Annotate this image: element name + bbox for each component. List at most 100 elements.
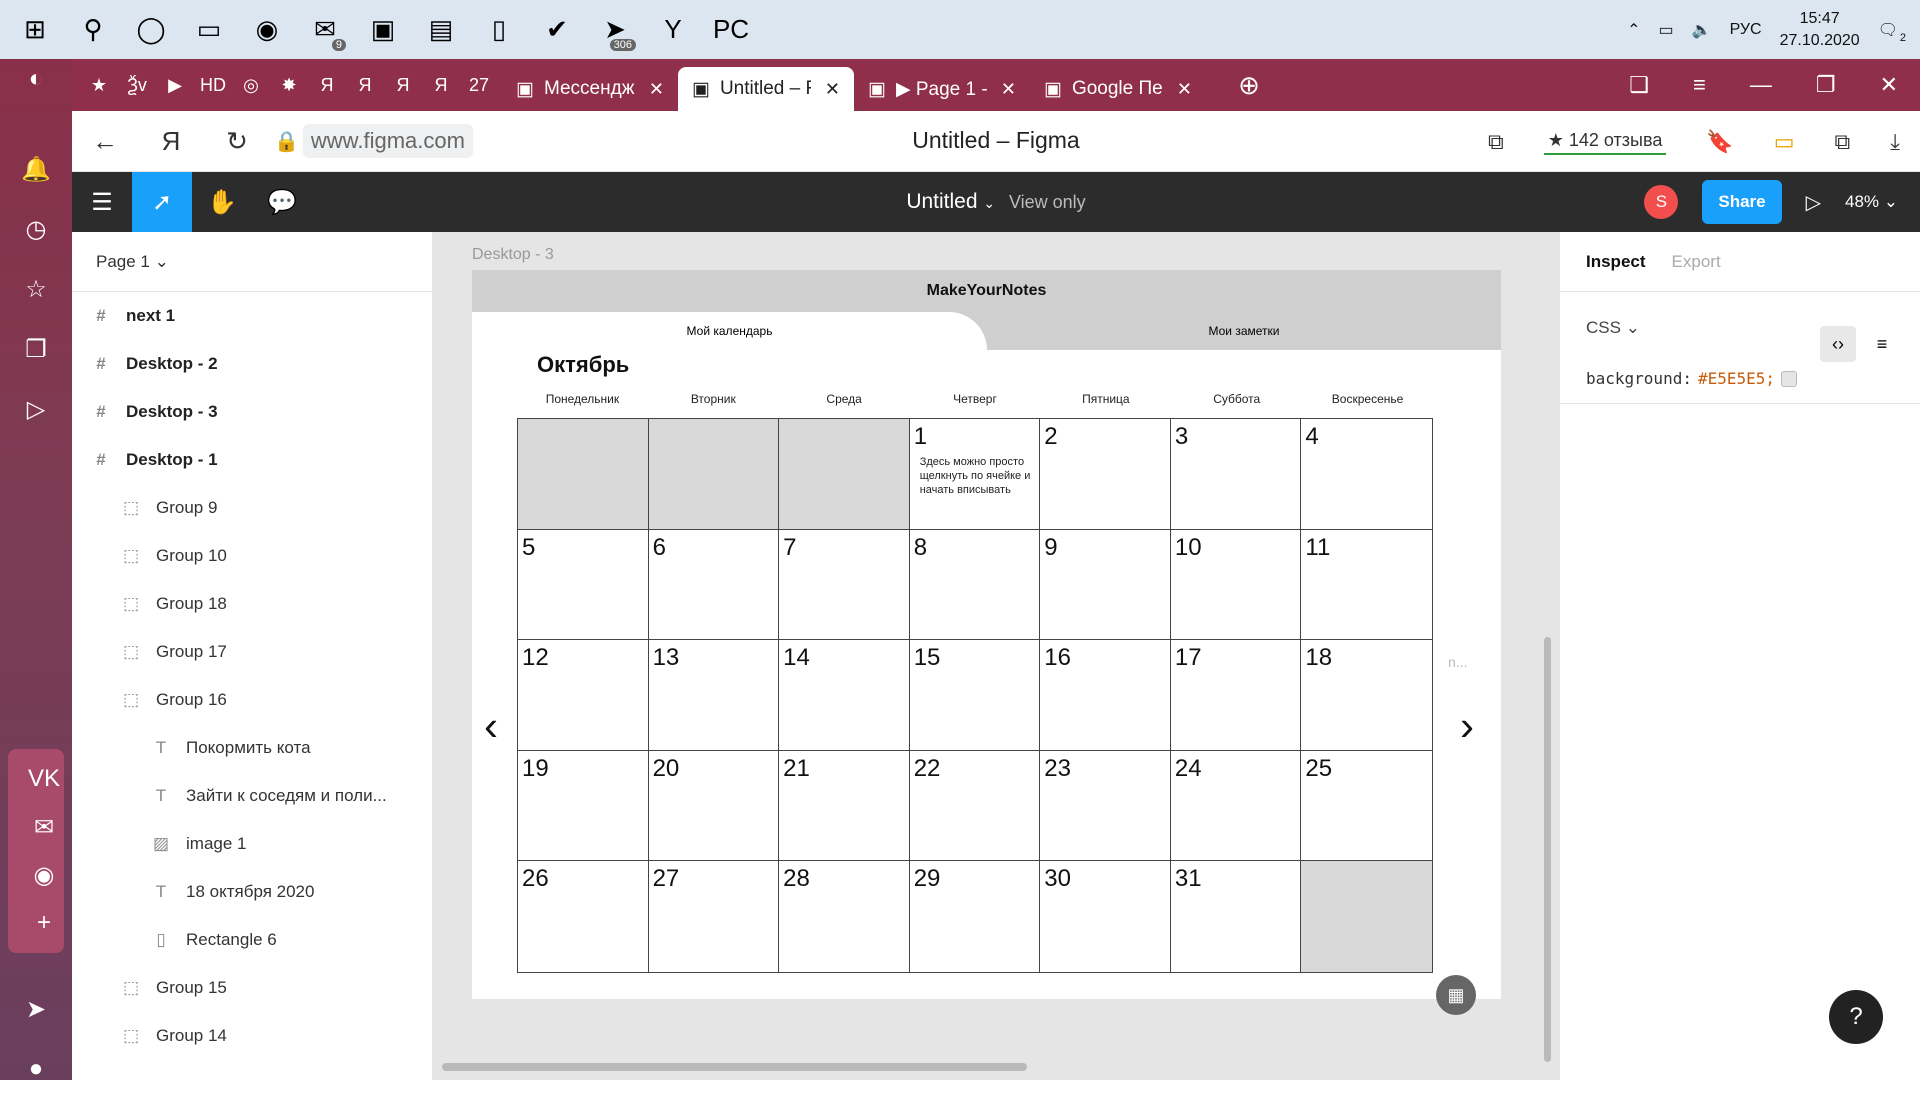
bell-icon[interactable]: 🔔 [0,139,72,199]
bookmarks-icon[interactable]: ☆ [0,259,72,319]
desktop-frame[interactable]: MakeYourNotes Мой календарь Мои заметки … [472,270,1501,1015]
day-cell[interactable]: 1 Здесь можно просто щелкнуть по ячейке и… [909,419,1041,530]
layer-item[interactable]: ⬚ Group 18 [72,580,432,628]
minimize-button[interactable]: — [1750,72,1772,98]
mail-icon[interactable]: ✉ 9 [296,0,354,59]
layer-item[interactable]: ⬚ Group 17 [72,628,432,676]
css-value[interactable]: #E5E5E5; [1698,369,1775,388]
next-frame-label[interactable]: n... [1448,654,1467,670]
task-view-icon[interactable]: ▭ [180,0,238,59]
day-cell[interactable]: 8 [909,529,1041,641]
day-cell[interactable]: 28 [779,861,910,972]
list-view-icon[interactable]: ≡ [1864,326,1900,362]
help-button[interactable]: ? [1829,990,1883,1044]
tab-export[interactable]: Export [1672,252,1721,272]
reload-button[interactable]: ↻ [204,126,270,157]
day-cell[interactable]: 31 [1171,861,1302,972]
favorite-item[interactable]: ▶ [156,59,194,111]
day-cell[interactable]: 5 [518,529,649,641]
empty-day-cell[interactable] [1301,861,1432,972]
messenger-icon[interactable]: ◉ [8,851,80,899]
bookmark-tabs-icon[interactable]: ❑ [1629,72,1649,98]
add-icon[interactable]: + [8,899,80,947]
chevron-up-icon[interactable]: ⌃ [1627,20,1640,40]
share-button[interactable]: Share [1702,180,1782,224]
browser-tab[interactable]: ▣ Мессенджер ✕ [502,67,678,111]
day-cell[interactable]: 29 [910,861,1041,972]
lock-icon[interactable]: 🔒 [274,129,299,154]
close-tab-icon[interactable]: ✕ [649,79,664,100]
photo-app-icon[interactable]: ▣ [354,0,412,59]
next-month-arrow[interactable]: › [1460,702,1474,750]
close-tab-icon[interactable]: ✕ [825,79,840,100]
favorite-item[interactable]: Ѯv [118,59,156,111]
pycharm-icon[interactable]: PC [702,0,760,59]
zoom-dropdown[interactable]: 48% ⌄ [1845,192,1898,212]
battery-saver-icon[interactable]: ▭ [1774,129,1795,155]
day-cell[interactable]: 21 [779,750,910,862]
file-explorer-icon[interactable]: ▤ [412,0,470,59]
day-cell[interactable]: 6 [648,529,780,641]
day-cell[interactable]: 18 [1301,640,1432,751]
layer-item[interactable]: # Desktop - 1 [72,436,432,484]
browser-tab[interactable]: ▣ ▶ Page 1 - Ur ✕ [854,67,1030,111]
layer-item[interactable]: # Desktop - 3 [72,388,432,436]
tab-calendar[interactable]: Мой календарь [472,312,987,350]
calendar-icon[interactable]: ▦ [1436,975,1476,1015]
canvas[interactable]: Desktop - 3 MakeYourNotes Мой календарь … [433,232,1559,1080]
layer-item[interactable]: ⬚ Group 15 [72,964,432,1012]
todo-icon[interactable]: ✔ [528,0,586,59]
close-tab-icon[interactable]: ✕ [1001,79,1016,100]
reviews-badge[interactable]: ★ 142 отзыва [1543,128,1667,155]
close-tab-icon[interactable]: ✕ [1177,79,1192,100]
close-button[interactable]: ✕ [1880,72,1898,98]
day-cell[interactable]: 27 [649,861,780,972]
day-cell[interactable]: 14 [779,640,910,751]
main-menu-icon[interactable]: ☰ [72,172,132,232]
layer-item[interactable]: ▯ Rectangle 6 [72,916,432,964]
day-cell[interactable]: 22 [909,750,1041,862]
cortana-icon[interactable]: ◯ [122,0,180,59]
restore-button[interactable]: ❐ [1816,72,1836,98]
day-cell[interactable]: 30 [1040,861,1171,972]
favorite-item[interactable]: Я [384,59,422,111]
language-indicator[interactable]: РУС [1730,21,1762,39]
day-cell[interactable]: 17 [1170,640,1302,751]
day-cell[interactable]: 19 [518,750,649,862]
battery-icon[interactable]: ▭ [1659,20,1674,40]
avatar[interactable]: ◐ [0,59,72,99]
favorite-item[interactable]: Я [422,59,460,111]
edge-icon[interactable]: ◉ [238,0,296,59]
layer-item[interactable]: ▨ image 1 [72,820,432,868]
layer-item[interactable]: T 18 октября 2020 [72,868,432,916]
layer-item[interactable]: T Покормить кота [72,724,432,772]
day-cell[interactable]: 10 [1170,529,1302,641]
layer-item[interactable]: ⬚ Group 16 [72,676,432,724]
frame-label[interactable]: Desktop - 3 [472,246,554,264]
history-icon[interactable]: ◷ [0,199,72,259]
send-icon[interactable]: ➤ [0,979,72,1039]
day-cell[interactable]: 12 [518,640,649,751]
comment-tool-icon[interactable]: 💬 [252,172,312,232]
favorite-item[interactable]: ✸ [270,59,308,111]
url-field[interactable]: www.figma.com [302,124,473,158]
day-cell[interactable]: 13 [648,640,780,751]
chevron-down-icon[interactable]: ⌄ [983,195,995,211]
move-tool-icon[interactable]: ➚ [132,172,192,232]
avatar[interactable]: S [1644,185,1679,219]
play-icon[interactable]: ▷ [0,379,72,439]
empty-day-cell[interactable] [518,419,649,530]
empty-day-cell[interactable] [648,419,780,530]
present-icon[interactable]: ▷ [1806,190,1821,215]
layer-item[interactable]: T Зайти к соседям и поли... [72,772,432,820]
layer-item[interactable]: ⬚ Group 9 [72,484,432,532]
horizontal-scrollbar[interactable] [442,1063,1027,1071]
code-view-icon[interactable]: ‹› [1820,326,1856,362]
layer-item[interactable]: # next 1 [72,292,432,340]
mail-icon[interactable]: ✉ [8,803,80,851]
download-icon[interactable]: ⤓ [1890,129,1900,155]
yandex-browser-icon[interactable]: Y [644,0,702,59]
layer-item[interactable]: # Desktop - 2 [72,340,432,388]
day-cell[interactable]: 3 [1170,419,1302,530]
notification-center-icon[interactable]: 🗨 2 [1878,20,1906,44]
